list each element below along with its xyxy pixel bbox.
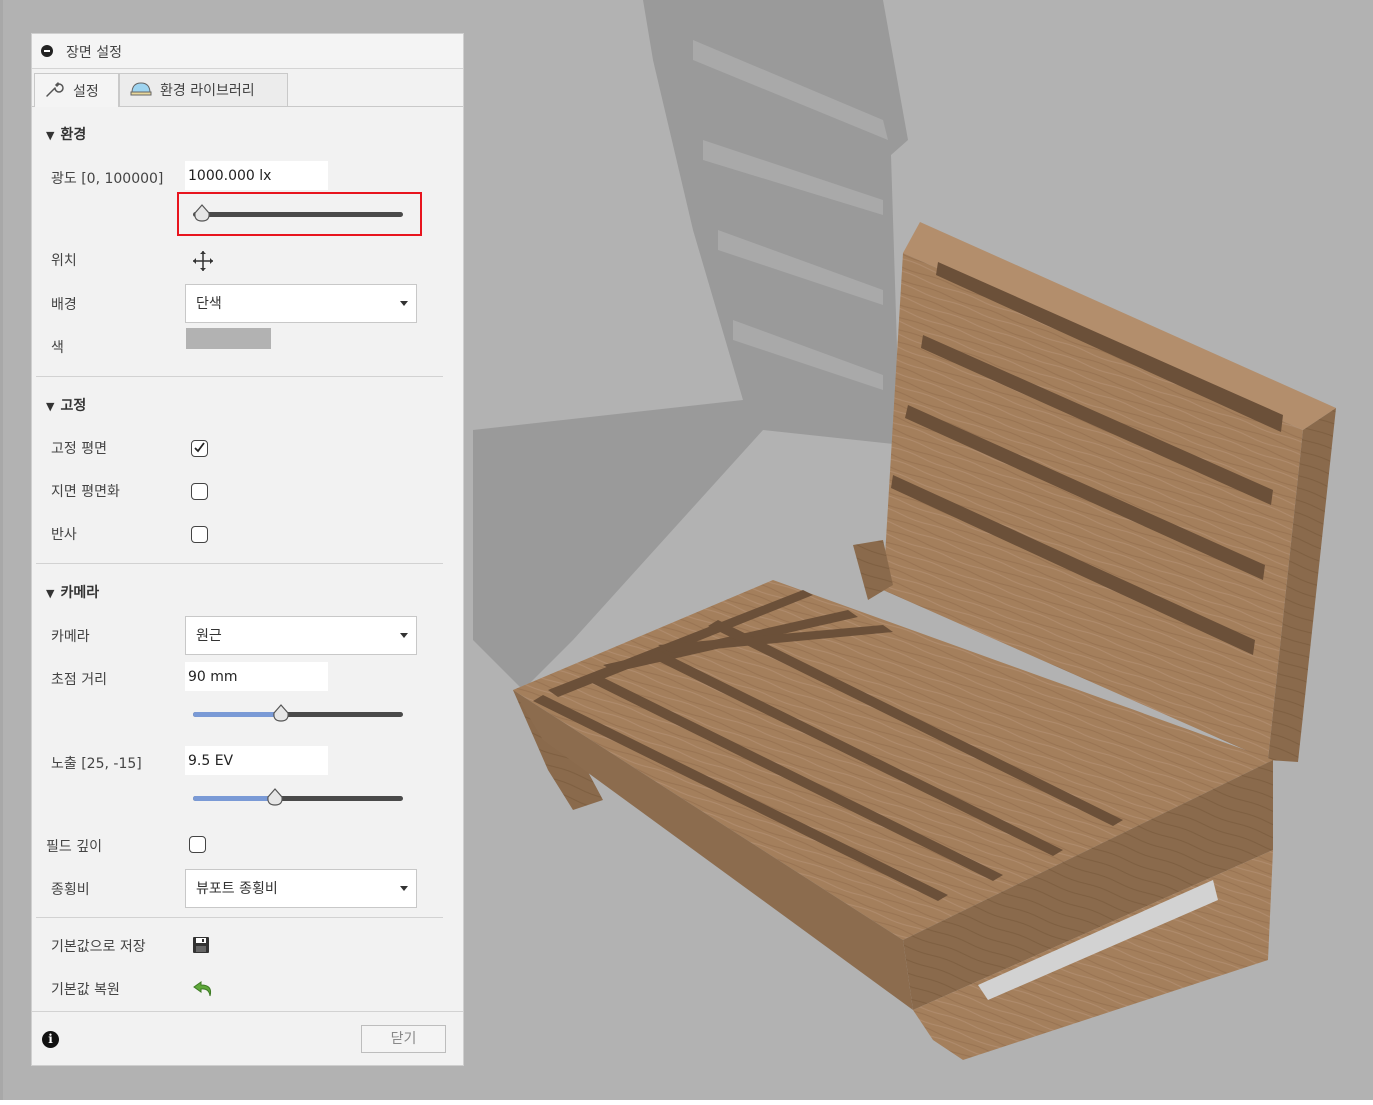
tab-bar: 설정 환경 라이브러리	[32, 69, 463, 107]
save-icon[interactable]	[192, 936, 212, 956]
scene-settings-panel: 장면 설정 설정 환경 라이브러리 ▼ 환경 광도 [0, 100000] 100…	[31, 33, 464, 1066]
tab-settings[interactable]: 설정	[34, 73, 119, 107]
info-icon[interactable]: i	[42, 1031, 59, 1048]
brightness-slider-highlight	[177, 192, 422, 236]
tab-settings-label: 설정	[73, 83, 99, 100]
depth-of-field-label: 필드 깊이	[46, 839, 102, 855]
exposure-input[interactable]: 9.5 EV	[185, 746, 328, 775]
section-divider	[36, 376, 443, 377]
checkmark-icon	[194, 442, 205, 453]
restore-default-label: 기본값 복원	[51, 982, 120, 998]
brightness-input[interactable]: 1000.000 lx	[185, 161, 328, 190]
close-button[interactable]: 닫기	[361, 1025, 446, 1053]
focal-length-slider[interactable]	[193, 704, 403, 724]
section-divider	[36, 917, 443, 918]
background-label: 배경	[51, 297, 77, 313]
expand-triangle-icon: ▼	[46, 400, 55, 413]
dropdown-arrow-icon	[400, 301, 408, 306]
depth-of-field-checkbox[interactable]	[189, 836, 206, 853]
flatten-ground-checkbox[interactable]	[191, 483, 208, 500]
ground-section-header[interactable]: ▼ 고정	[46, 395, 86, 415]
slider-thumb[interactable]	[266, 788, 284, 808]
camera-select-value: 원근	[196, 628, 222, 644]
chair-model	[513, 222, 1336, 1060]
collapse-icon[interactable]	[41, 45, 53, 57]
environment-dome-icon	[130, 80, 152, 100]
color-label: 색	[51, 340, 64, 356]
aspect-ratio-select-value: 뷰포트 종횡비	[196, 881, 278, 897]
tab-environment-library-label: 환경 라이브러리	[160, 83, 255, 99]
dropdown-arrow-icon	[400, 886, 408, 891]
color-swatch[interactable]	[186, 328, 271, 349]
footer-divider	[32, 1011, 463, 1012]
aspect-ratio-select[interactable]: 뷰포트 종횡비	[185, 869, 417, 908]
reflections-checkbox[interactable]	[191, 526, 208, 543]
ground-plane-checkbox[interactable]	[191, 440, 208, 457]
camera-section-header[interactable]: ▼ 카메라	[46, 582, 99, 602]
slider-fill	[193, 712, 281, 717]
slider-fill	[193, 796, 275, 801]
section-divider	[36, 563, 443, 564]
focal-length-input[interactable]: 90 mm	[185, 662, 328, 691]
expand-triangle-icon: ▼	[46, 587, 55, 600]
aspect-ratio-label: 종횡비	[51, 882, 90, 898]
focal-length-label: 초점 거리	[51, 672, 107, 688]
exposure-slider[interactable]	[193, 788, 403, 808]
exposure-label: 노출 [25, -15]	[51, 756, 142, 772]
undo-icon[interactable]	[192, 979, 212, 999]
background-select-value: 단색	[196, 296, 222, 312]
ground-plane-label: 고정 평면	[51, 441, 107, 457]
expand-triangle-icon: ▼	[46, 129, 55, 142]
panel-title: 장면 설정	[66, 45, 122, 61]
flatten-ground-label: 지면 평면화	[51, 484, 120, 500]
slider-thumb[interactable]	[272, 704, 290, 724]
position-label: 위치	[51, 253, 77, 269]
environment-section-header[interactable]: ▼ 환경	[46, 124, 86, 144]
move-icon[interactable]	[192, 250, 213, 271]
reflections-label: 반사	[51, 527, 77, 543]
camera-label: 카메라	[51, 629, 90, 645]
camera-select[interactable]: 원근	[185, 616, 417, 655]
background-select[interactable]: 단색	[185, 284, 417, 323]
tab-environment-library[interactable]: 환경 라이브러리	[119, 73, 288, 106]
wrench-icon	[45, 80, 65, 102]
panel-titlebar[interactable]: 장면 설정	[32, 34, 463, 69]
save-default-label: 기본값으로 저장	[51, 939, 146, 955]
dropdown-arrow-icon	[400, 633, 408, 638]
brightness-label: 광도 [0, 100000]	[51, 171, 164, 187]
